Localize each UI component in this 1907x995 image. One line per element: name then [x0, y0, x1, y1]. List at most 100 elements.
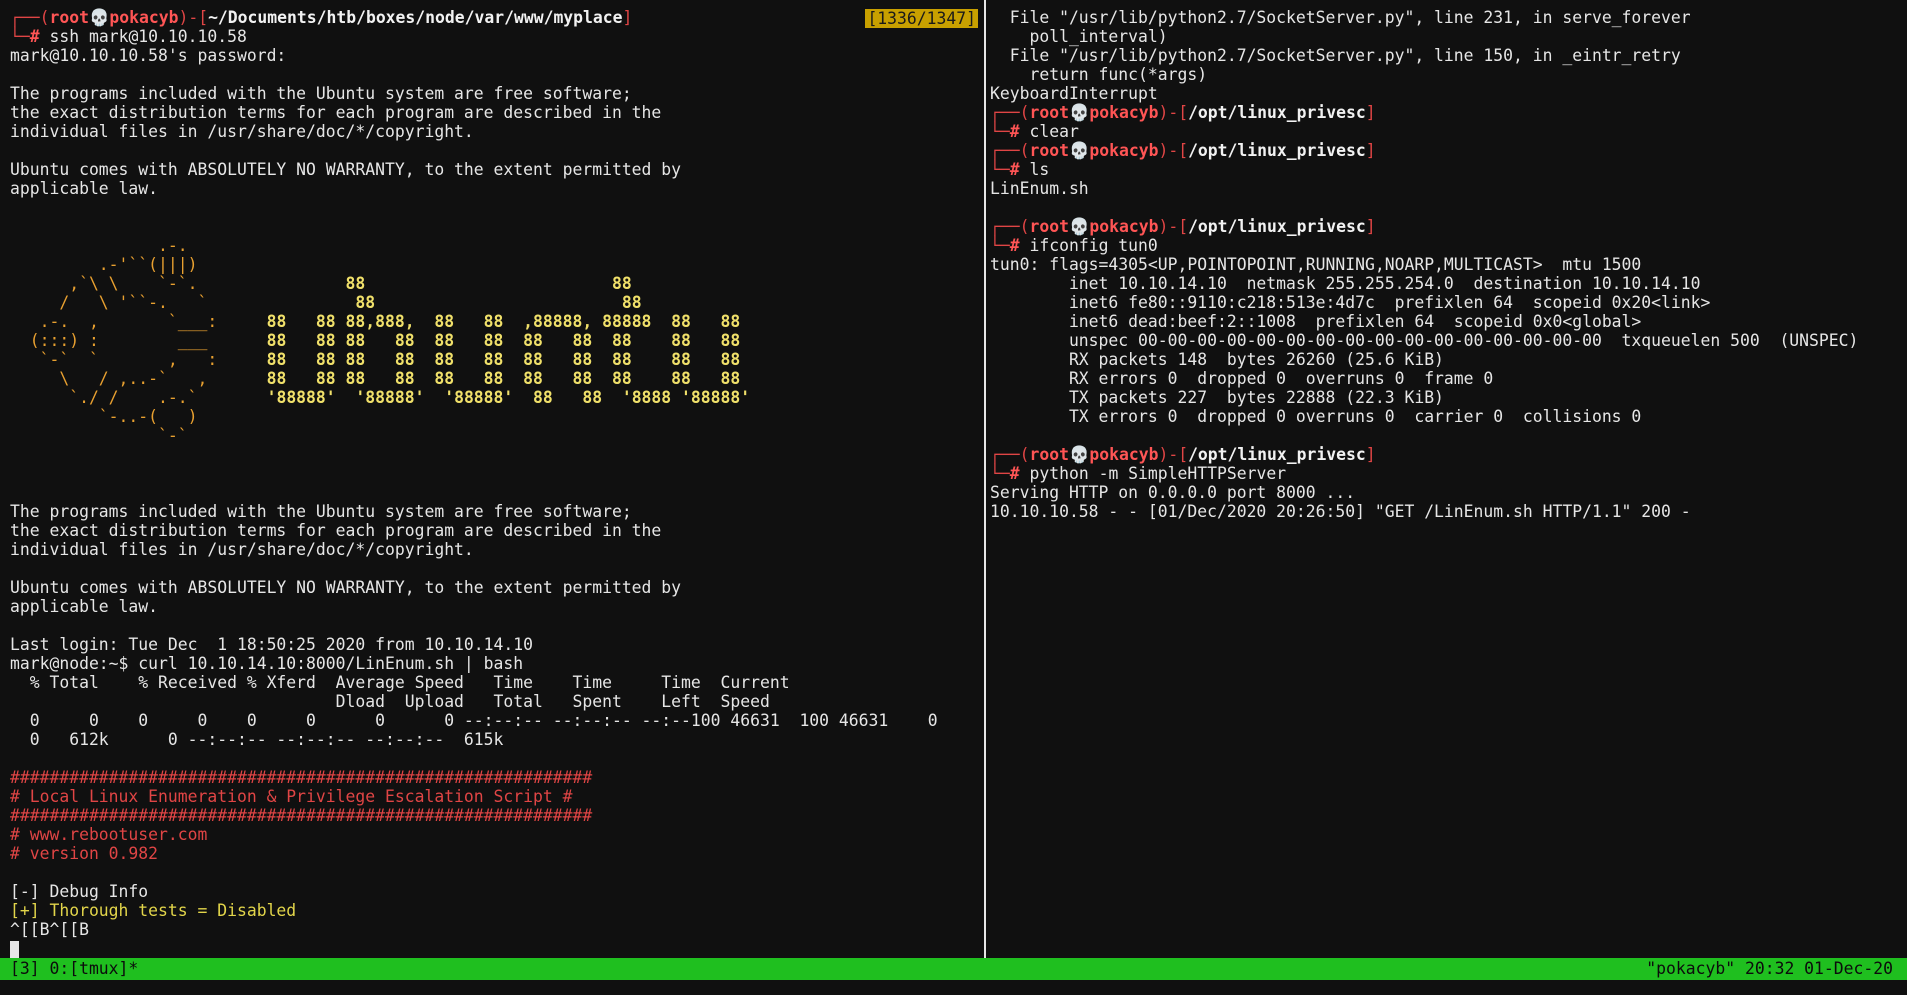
- terminal-line: unspec 00-00-00-00-00-00-00-00-00-00-00-…: [990, 331, 1858, 350]
- terminal-line: % Total % Received % Xferd Average Speed…: [10, 673, 938, 692]
- terminal-text: Dload Upload Total Spent Left Speed: [10, 692, 770, 711]
- terminal-line: applicable law.: [10, 597, 938, 616]
- terminal-text: )-[: [1158, 445, 1189, 464]
- terminal-text: return func(*args): [990, 65, 1208, 84]
- terminal-text: )-[: [1158, 217, 1189, 236]
- terminal-pane-left[interactable]: ┌──(root💀pokacyb)-[~/Documents/htb/boxes…: [0, 0, 984, 958]
- terminal-line: 0 612k 0 --:--:-- --:--:-- --:--:-- 615k: [10, 730, 938, 749]
- terminal-text: applicable law.: [10, 597, 159, 616]
- terminal-line: [-] Debug Info: [10, 882, 938, 901]
- terminal-text: 10.10.10.58 - - [01/Dec/2020 20:26:50] "…: [990, 502, 1691, 521]
- terminal-text: '88888' '88888' '88888' 88 88 '8888 '888…: [266, 388, 751, 407]
- terminal-text: `-` ` , :: [10, 350, 267, 369]
- terminal-text: inet6 fe80::9110:c218:513e:4d7c prefixle…: [990, 293, 1711, 312]
- terminal-line: The programs included with the Ubuntu sy…: [10, 84, 938, 103]
- terminal-text: 88 88 88 88 88 88 88 88 88 88 88: [266, 369, 741, 388]
- terminal-cursor: [10, 941, 19, 958]
- terminal-line: Ubuntu comes with ABSOLUTELY NO WARRANTY…: [10, 578, 938, 597]
- terminal-line: ########################################…: [10, 806, 938, 825]
- terminal-text: ┌──(: [990, 141, 1030, 160]
- terminal-text: `-..-( ): [10, 407, 198, 426]
- terminal-text: ########################################…: [10, 768, 593, 787]
- terminal-text: poll_interval): [990, 27, 1168, 46]
- terminal-line: 10.10.10.58 - - [01/Dec/2020 20:26:50] "…: [990, 502, 1858, 521]
- terminal-text: ┌──(: [10, 8, 50, 27]
- terminal-text: #: [1009, 122, 1030, 141]
- terminal-text: └─: [990, 464, 1010, 483]
- terminal-line: LinEnum.sh: [990, 179, 1858, 198]
- terminal-text: `-`: [10, 426, 188, 445]
- terminal-text: root💀pokacyb: [1029, 141, 1159, 160]
- terminal-line: File "/usr/lib/python2.7/SocketServer.py…: [990, 46, 1858, 65]
- terminal-text: tun0: flags=4305<UP,POINTOPOINT,RUNNING,…: [990, 255, 1642, 274]
- terminal-line: mark@10.10.10.58's password:: [10, 46, 938, 65]
- terminal-line: ┌──(root💀pokacyb)-[/opt/linux_privesc]: [990, 217, 1858, 236]
- terminal-text: #: [29, 27, 50, 46]
- scroll-position-indicator: [1336/1347]: [865, 9, 978, 28]
- terminal-line: # www.rebootuser.com: [10, 825, 938, 844]
- terminal-line: .-'``(|||): [10, 255, 938, 274]
- terminal-line: (:::) : ___ 88 88 88 88 88 88 88 88 88 8…: [10, 331, 938, 350]
- terminal-line: .-.: [10, 236, 938, 255]
- terminal-text: `./ / .-.`: [10, 388, 267, 407]
- terminal-line: The programs included with the Ubuntu sy…: [10, 502, 938, 521]
- terminal-text: python -m SimpleHTTPServer: [1029, 464, 1287, 483]
- terminal-text: The programs included with the Ubuntu sy…: [10, 84, 632, 103]
- terminal-input-line[interactable]: [10, 939, 938, 958]
- terminal-line: tun0: flags=4305<UP,POINTOPOINT,RUNNING,…: [990, 255, 1858, 274]
- terminal-text: └─: [990, 122, 1010, 141]
- terminal-line: KeyboardInterrupt: [990, 84, 1858, 103]
- terminal-line: the exact distribution terms for each pr…: [10, 103, 938, 122]
- terminal-line: .-. , `___: 88 88 88,888, 88 88 ,88888, …: [10, 312, 938, 331]
- terminal-output-left: ┌──(root💀pokacyb)-[~/Documents/htb/boxes…: [10, 8, 938, 958]
- terminal-text: 88 88 88 88 88 88 88 88 88 88 88: [266, 331, 741, 350]
- tmux-window-list[interactable]: [3] 0:[tmux]*: [10, 958, 138, 980]
- terminal-text: ]: [1365, 445, 1376, 464]
- terminal-text: .-'``(|||): [10, 255, 198, 274]
- terminal-text: \ / ,..-` ,: [10, 369, 267, 388]
- terminal-line: `-`: [10, 426, 938, 445]
- terminal-text: # version 0.982: [10, 844, 159, 863]
- terminal-text: )-[: [178, 8, 209, 27]
- terminal-text: root💀pokacyb: [1029, 445, 1159, 464]
- terminal-text: inet6 dead:beef:2::1008 prefixlen 64 sco…: [990, 312, 1642, 331]
- terminal-text: ~/Documents/htb/boxes/node/var/www/mypla…: [208, 8, 623, 27]
- terminal-line: inet 10.10.14.10 netmask 255.255.254.0 d…: [990, 274, 1858, 293]
- terminal-line: \ / ,..-` , 88 88 88 88 88 88 88 88 88 8…: [10, 369, 938, 388]
- terminal-text: ]: [622, 8, 633, 27]
- terminal-text: mark@node:~$ curl 10.10.14.10:8000/LinEn…: [10, 654, 524, 673]
- terminal-line: ^[[B^[[B: [10, 920, 938, 939]
- terminal-line: └─# python -m SimpleHTTPServer: [990, 464, 1858, 483]
- terminal-text: The programs included with the Ubuntu sy…: [10, 502, 632, 521]
- terminal-text: └─: [990, 236, 1010, 255]
- terminal-text: inet 10.10.14.10 netmask 255.255.254.0 d…: [990, 274, 1701, 293]
- terminal-text: └─: [990, 160, 1010, 179]
- terminal-text: )-[: [1158, 103, 1189, 122]
- terminal-text: └─: [10, 27, 30, 46]
- terminal-line: ┌──(root💀pokacyb)-[/opt/linux_privesc]: [990, 445, 1858, 464]
- terminal-line: └─# clear: [990, 122, 1858, 141]
- terminal-text: LinEnum.sh: [990, 179, 1089, 198]
- terminal-text: /opt/linux_privesc: [1188, 217, 1366, 236]
- terminal-line: Dload Upload Total Spent Left Speed: [10, 692, 938, 711]
- terminal-line: ,`\ \ `-`. 88 88: [10, 274, 938, 293]
- terminal-text: 88: [355, 293, 376, 312]
- terminal-pane-right[interactable]: File "/usr/lib/python2.7/SocketServer.py…: [986, 0, 1907, 958]
- terminal-text: ########################################…: [10, 806, 593, 825]
- terminal-line: Ubuntu comes with ABSOLUTELY NO WARRANTY…: [10, 160, 938, 179]
- terminal-line: RX packets 148 bytes 26260 (25.6 KiB): [990, 350, 1858, 369]
- terminal-line: # Local Linux Enumeration & Privilege Es…: [10, 787, 938, 806]
- terminal-text: 88 88 88 88 88 88 88 88 88 88 88: [266, 350, 741, 369]
- terminal-line: individual files in /usr/share/doc/*/cop…: [10, 122, 938, 141]
- terminal-text: ifconfig tun0: [1029, 236, 1158, 255]
- terminal-text: #: [1009, 236, 1030, 255]
- bottom-strip: [0, 980, 1907, 995]
- terminal-line: # version 0.982: [10, 844, 938, 863]
- terminal-text: ]: [1365, 141, 1376, 160]
- terminal-text: (:::) : ___: [10, 331, 267, 350]
